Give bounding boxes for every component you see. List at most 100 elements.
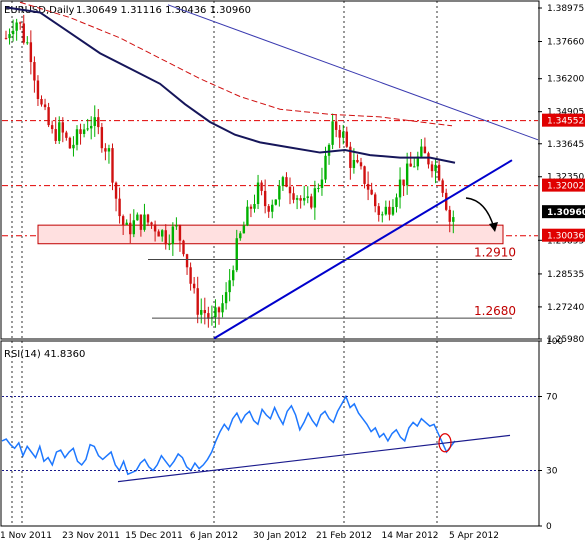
candle-body-up xyxy=(352,159,356,168)
price-tick-label: 1.33645 xyxy=(547,140,584,150)
candle-body-down xyxy=(129,222,132,235)
candle-body-up xyxy=(274,199,277,205)
candle-body-up xyxy=(342,131,345,138)
price-tick-label: 1.36200 xyxy=(547,75,584,85)
candle-body-up xyxy=(11,30,15,35)
candle-body-up xyxy=(317,187,320,189)
candle-body-down xyxy=(409,163,412,167)
candle-body-down xyxy=(377,206,380,215)
candle-body-down xyxy=(157,231,160,237)
candle-body-up xyxy=(143,214,146,230)
candle-body-up xyxy=(221,303,224,313)
rsi-tick-label: 0 xyxy=(546,522,552,532)
candle-body-down xyxy=(139,214,143,230)
candle-body-up xyxy=(228,280,231,293)
price-tick-label: 1.27240 xyxy=(547,303,584,313)
candle-body-up xyxy=(391,207,395,215)
candle-body-down xyxy=(356,159,359,163)
candle-body-up xyxy=(232,270,235,281)
candle-body-down xyxy=(111,148,114,183)
candle-body-up xyxy=(413,166,416,168)
candle-body-down xyxy=(445,192,448,210)
candle-body-up xyxy=(82,129,86,134)
price-panel-frame xyxy=(0,0,540,340)
candle-body-up xyxy=(125,222,128,225)
candle-body-up xyxy=(281,177,285,186)
candle-body-down xyxy=(61,122,64,133)
candle-body-down xyxy=(448,209,451,222)
candle-body-down xyxy=(43,104,47,108)
target-level-label: 1.2910 xyxy=(474,246,516,260)
candle-body-down xyxy=(292,193,295,200)
candle-body-up xyxy=(75,129,79,145)
candle-body-up xyxy=(242,225,246,234)
candle-body-down xyxy=(196,288,199,315)
candle-body-up xyxy=(58,122,61,141)
time-tick-label: 23 Nov 2011 xyxy=(62,531,120,541)
candle-body-up xyxy=(434,164,437,172)
time-tick-label: 30 Jan 2012 xyxy=(253,531,307,541)
candle-body-down xyxy=(203,310,206,314)
candle-body-up xyxy=(381,214,384,216)
candle-body-down xyxy=(50,125,54,130)
candle-body-up xyxy=(161,230,164,237)
time-tick-label: 14 Mar 2012 xyxy=(381,531,438,541)
candle-body-up xyxy=(136,214,139,221)
time-tick-label: 6 Jan 2012 xyxy=(190,531,238,541)
price-level-tag-label: 1.34552 xyxy=(547,117,584,127)
candle-body-up xyxy=(320,179,324,188)
candle-body-down xyxy=(146,214,150,223)
candle-body-down xyxy=(121,216,125,225)
candle-body-up xyxy=(303,197,306,201)
candle-body-down xyxy=(118,198,121,217)
candle-body-down xyxy=(79,129,82,134)
candle-body-down xyxy=(65,132,68,138)
candle-body-down xyxy=(441,180,444,193)
candle-body-down xyxy=(164,230,167,245)
candle-body-up xyxy=(306,196,309,198)
rsi-panel-frame xyxy=(0,340,540,527)
candle-body-down xyxy=(359,162,363,167)
candle-body-up xyxy=(93,117,96,126)
candle-body-up xyxy=(15,22,18,31)
candle-body-up xyxy=(168,244,171,246)
candle-body-down xyxy=(22,23,25,43)
candle-body-down xyxy=(288,186,292,194)
candle-body-down xyxy=(437,164,441,181)
candle-body-down xyxy=(185,254,189,268)
candle-body-up xyxy=(72,144,75,149)
candle-body-up xyxy=(278,185,281,200)
candle-body-up xyxy=(271,204,274,212)
candle-body-down xyxy=(363,166,366,184)
candle-body-up xyxy=(398,179,402,198)
candle-body-up xyxy=(295,198,299,200)
support-zone xyxy=(37,224,504,245)
candle-body-down xyxy=(178,225,182,241)
candle-body-down xyxy=(36,80,40,100)
time-tick-label: 21 Feb 2012 xyxy=(316,531,372,541)
price-tick-label: 1.37660 xyxy=(547,37,584,47)
candle-body-up xyxy=(90,125,93,129)
price-tick-label: 1.38975 xyxy=(547,4,584,14)
candle-body-down xyxy=(334,121,338,130)
last-price-label: 1.30960 xyxy=(547,208,585,218)
candle-body-up xyxy=(246,206,249,226)
candle-body-down xyxy=(430,164,434,172)
rsi-tick-label: 70 xyxy=(546,393,558,403)
candle-body-up xyxy=(384,206,388,215)
candle-body-up xyxy=(8,34,11,39)
price-panel: EURUSD,Daily 1.30649 1.31116 1.30436 1.3… xyxy=(0,0,540,340)
rsi-tick-label: 30 xyxy=(546,467,558,477)
candle-body-down xyxy=(374,194,377,207)
candle-body-down xyxy=(100,127,104,149)
candle-body-down xyxy=(182,240,185,255)
candle-body-up xyxy=(26,42,29,44)
rsi-title: RSI(14) 41.8360 xyxy=(4,349,85,360)
support-zone-box xyxy=(37,224,504,245)
candle-body-down xyxy=(310,196,313,208)
candle-body-up xyxy=(420,146,423,157)
candle-body-down xyxy=(345,131,348,147)
price-tick-label: 1.28535 xyxy=(547,270,584,280)
candle-body-up xyxy=(452,217,455,222)
candle-body-down xyxy=(33,62,36,81)
